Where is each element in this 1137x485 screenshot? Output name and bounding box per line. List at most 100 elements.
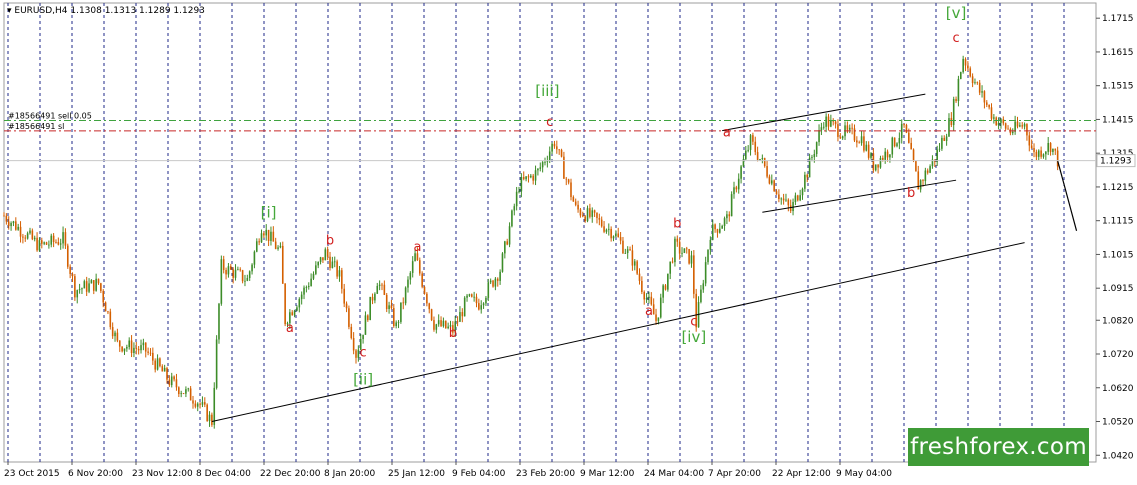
candle-body (674, 238, 676, 263)
candle-body (485, 297, 487, 304)
candle-body (213, 387, 216, 425)
candle-body (971, 76, 974, 84)
candle-body (522, 177, 525, 180)
candle-body (919, 180, 922, 190)
sell-order-label: #18566491 sell 0.05 (8, 111, 92, 120)
candle-body (341, 270, 343, 289)
x-tick-label: 9 May 04:00 (836, 469, 892, 479)
candle-body (804, 174, 806, 189)
candle-body (225, 269, 227, 275)
candle-body (525, 176, 527, 180)
chart-canvas[interactable]: 23 Oct 2015 6 Nov 20:00 23 Nov 12:00 8 Dec … (0, 0, 1137, 485)
candle-body (36, 237, 38, 251)
y-tick-label: 1.0820 (1102, 316, 1134, 326)
candle-body (10, 223, 12, 227)
candle-body (1042, 154, 1045, 157)
candle-body (693, 255, 695, 294)
y-tick-label: 1.0915 (1102, 284, 1134, 294)
candle-body (33, 237, 36, 240)
candle-body (870, 153, 872, 158)
candle-body (126, 347, 128, 349)
candle-body (229, 266, 232, 270)
candle-body (272, 231, 275, 242)
candle-body (796, 195, 799, 201)
candle-body (300, 294, 303, 300)
candle-body (267, 229, 270, 241)
candle-body (574, 201, 577, 205)
candle-body (596, 212, 598, 219)
candle-body (567, 179, 570, 183)
candle-body (140, 345, 142, 351)
candle-body (315, 265, 317, 274)
candle-body (799, 195, 801, 201)
candle-body (981, 91, 983, 93)
candle-body (17, 226, 19, 230)
x-tick-label: 22 Apr 12:00 (772, 469, 831, 479)
candle-body (841, 136, 844, 139)
candle-body (563, 156, 565, 179)
candle-body (922, 180, 924, 182)
candle-body (716, 229, 719, 233)
wave-label-minor: a (723, 125, 731, 140)
candle-body (848, 127, 851, 130)
candle-body (806, 174, 809, 178)
candle-body (770, 180, 773, 184)
candle-body (707, 249, 709, 263)
candle-body (910, 142, 912, 150)
candle-body (657, 317, 660, 321)
candle-body (520, 177, 523, 192)
candle-body (496, 278, 499, 281)
candle-body (478, 303, 480, 310)
candle-body (669, 261, 672, 274)
candle-body (43, 242, 45, 244)
candle-body (766, 166, 768, 177)
candle-body (565, 178, 568, 180)
price-chart[interactable]: 23 Oct 2015 6 Nov 20:00 23 Nov 12:00 8 Dec … (0, 0, 1137, 485)
candle-body (995, 117, 998, 126)
candle-body (407, 279, 409, 288)
candle-body (728, 214, 731, 217)
y-tick-label: 1.1515 (1102, 82, 1134, 92)
candle-body (676, 238, 679, 242)
candle-body (997, 122, 1000, 126)
x-tick-label: 9 Feb 04:00 (452, 469, 506, 479)
candle-body (1021, 125, 1024, 127)
wave-label-minor: b (449, 326, 457, 341)
candle-body (333, 261, 336, 263)
candle-body (170, 376, 173, 386)
candle-body (603, 226, 605, 232)
candle-body (513, 206, 516, 211)
chart-header: ▾ EURUSD,H4 1.1308 1.1313 1.1289 1.1293 (7, 6, 205, 16)
candle-body (456, 321, 459, 323)
candle-body (133, 347, 135, 354)
candle-body (78, 289, 81, 291)
candle-body (62, 232, 64, 244)
candle-body (723, 218, 726, 226)
candle-body (615, 233, 617, 237)
candle-body (161, 366, 164, 372)
candle-body (905, 124, 908, 133)
candle-body (792, 201, 794, 212)
candle-body (253, 251, 256, 265)
candle-body (641, 280, 643, 292)
candle-body (1007, 128, 1009, 130)
candle-body (364, 315, 367, 335)
candle-body (752, 135, 754, 142)
candle-body (877, 164, 879, 168)
candle-body (168, 379, 171, 386)
candle-body (237, 269, 239, 271)
candle-body (277, 247, 279, 249)
candle-body (381, 284, 383, 286)
candle-body (551, 143, 553, 152)
candle-body (442, 320, 445, 327)
y-tick-label: 1.0420 (1102, 451, 1134, 461)
candle-body (631, 250, 634, 266)
candle-body (3, 215, 5, 217)
candle-body (227, 266, 230, 275)
candle-body (367, 315, 369, 321)
candle-body (560, 149, 563, 157)
candle-body (265, 229, 268, 236)
candle-body (369, 296, 371, 321)
candle-body (241, 270, 244, 282)
x-tick-label: 7 Apr 20:00 (708, 469, 761, 479)
